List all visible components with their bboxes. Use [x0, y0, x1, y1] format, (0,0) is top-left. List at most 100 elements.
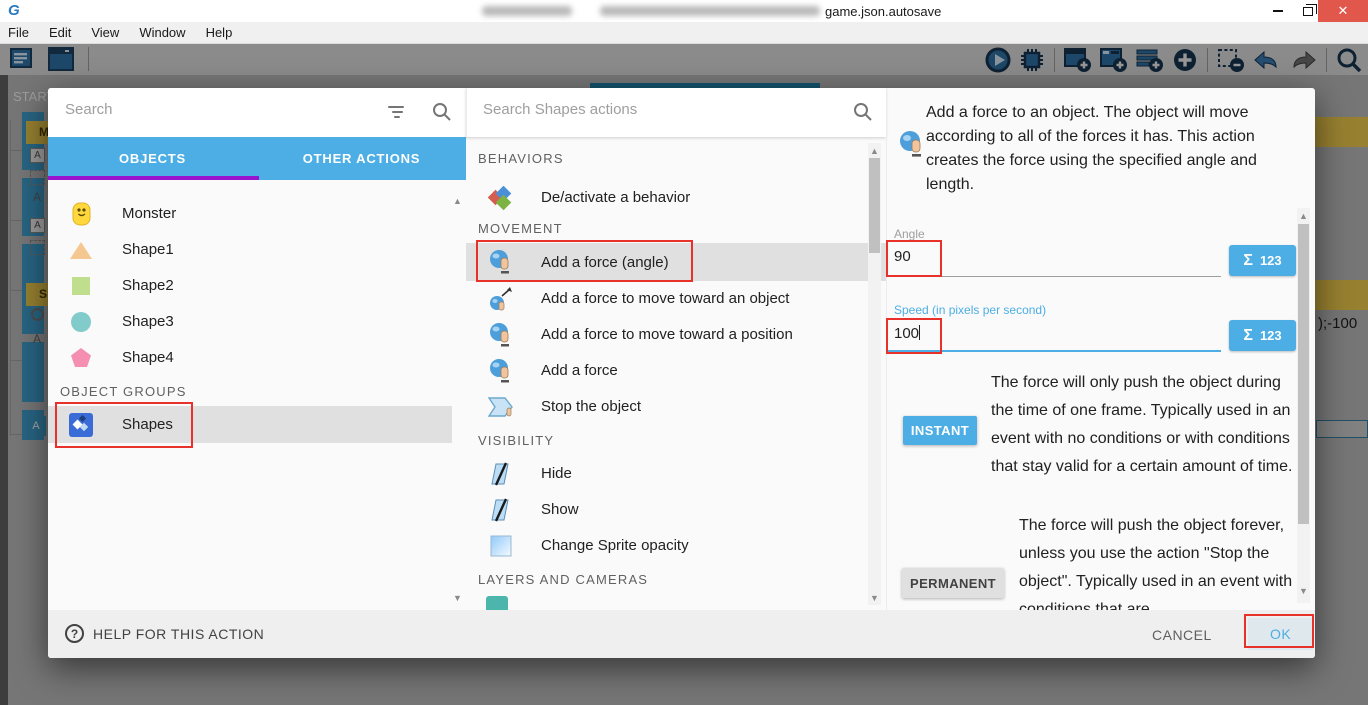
action-label: Add a force to move toward an object — [541, 290, 789, 307]
annotation-box-shapes-group — [55, 402, 193, 448]
action-label: Add a force — [541, 362, 618, 379]
tab-objects[interactable]: OBJECTS — [48, 137, 257, 180]
window-title: game.json.autosave — [825, 4, 941, 19]
action-row-stop[interactable]: Stop the object — [466, 388, 886, 425]
action-row-force-position[interactable]: Add a force to move toward a position — [466, 316, 886, 353]
restore-icon — [1303, 7, 1313, 16]
gdevelop-logo-icon: G — [8, 2, 20, 19]
object-row-shape4[interactable]: Shape4 — [48, 339, 466, 376]
action-row-hide[interactable]: Hide — [466, 455, 886, 492]
actions-search-bar — [466, 88, 886, 137]
objects-search-bar — [48, 88, 466, 137]
menu-view[interactable]: View — [83, 25, 131, 40]
pentagon-object-icon — [68, 347, 94, 368]
sigma-icon: Σ — [1243, 252, 1253, 270]
action-label: Change Sprite opacity — [541, 537, 689, 554]
action-label: Show — [541, 501, 579, 518]
objects-search-input[interactable] — [65, 101, 345, 118]
left-scroll-up-icon[interactable]: ▲ — [453, 196, 462, 206]
action-row-behavior[interactable]: De/activate a behavior — [466, 179, 886, 216]
permanent-description: The force will push the object forever, … — [1019, 512, 1297, 624]
menu-file[interactable]: File — [0, 25, 41, 40]
instant-button[interactable]: INSTANT — [903, 416, 977, 445]
show-icon — [486, 498, 516, 522]
tab-other-actions[interactable]: OTHER ACTIONS — [257, 137, 466, 180]
menu-window[interactable]: Window — [131, 25, 197, 40]
minimize-button[interactable] — [1263, 0, 1293, 22]
action-editor-dialog: OBJECTS OTHER ACTIONS Monster Shape1 Sha… — [48, 88, 1315, 658]
instant-description: The force will only push the object duri… — [991, 369, 1295, 481]
object-label: Shape3 — [122, 313, 174, 330]
action-label: Stop the object — [541, 398, 641, 415]
action-row-force-object[interactable]: Add a force to move toward an object — [466, 280, 886, 317]
help-label: HELP FOR THIS ACTION — [93, 626, 264, 642]
angle-expression-button[interactable]: Σ 123 — [1229, 245, 1296, 276]
title-bar: G game.json.autosave ✕ — [0, 0, 1368, 22]
section-movement: MOVEMENT — [478, 221, 563, 236]
square-object-icon — [68, 276, 94, 296]
redacted-title-segment — [600, 6, 820, 16]
object-row-shape1[interactable]: Shape1 — [48, 231, 466, 268]
section-behaviors: BEHAVIORS — [478, 151, 564, 166]
annotation-box-angle-value — [886, 240, 942, 277]
action-row-opacity[interactable]: Change Sprite opacity — [466, 527, 886, 564]
close-icon: ✕ — [1338, 3, 1349, 19]
speed-expression-button[interactable]: Σ 123 — [1229, 320, 1296, 351]
object-row-shape3[interactable]: Shape3 — [48, 303, 466, 340]
annotation-box-force-angle-action — [476, 240, 693, 282]
action-row-force[interactable]: Add a force — [466, 352, 886, 389]
force-toward-position-icon — [486, 322, 516, 348]
object-groups-header: OBJECT GROUPS — [60, 384, 187, 399]
search-icon[interactable] — [853, 102, 873, 122]
hide-icon — [486, 462, 516, 486]
tab-other-actions-label: OTHER ACTIONS — [303, 151, 421, 166]
monster-object-icon — [68, 202, 94, 226]
params-scroll-thumb[interactable] — [1298, 224, 1309, 524]
actions-scroll-thumb[interactable] — [869, 158, 880, 253]
object-label: Shape2 — [122, 277, 174, 294]
digits-label: 123 — [1260, 253, 1282, 268]
filter-icon[interactable] — [388, 106, 406, 118]
help-link[interactable]: ? HELP FOR THIS ACTION — [65, 624, 264, 643]
search-icon[interactable] — [432, 102, 452, 122]
actions-search-input[interactable] — [483, 101, 803, 118]
menu-edit[interactable]: Edit — [41, 25, 83, 40]
permanent-button[interactable]: PERMANENT — [902, 568, 1004, 598]
action-label: Add a force to move toward a position — [541, 326, 793, 343]
help-icon: ? — [65, 624, 84, 643]
annotation-box-ok-button — [1244, 614, 1314, 648]
section-visibility: VISIBILITY — [478, 433, 554, 448]
object-row-shape2[interactable]: Shape2 — [48, 267, 466, 304]
menu-help[interactable]: Help — [198, 25, 245, 40]
actions-scroll-up-icon[interactable]: ▲ — [870, 146, 879, 156]
dialog-footer: ? HELP FOR THIS ACTION CANCEL OK — [48, 610, 1315, 658]
params-scroll-up-icon[interactable]: ▲ — [1299, 211, 1308, 221]
object-label: Shape4 — [122, 349, 174, 366]
menu-bar: File Edit View Window Help — [0, 22, 1368, 44]
layer-action-icon — [486, 596, 508, 610]
close-button[interactable]: ✕ — [1318, 0, 1368, 22]
circle-object-icon — [68, 311, 94, 333]
stop-object-icon — [486, 396, 516, 418]
action-label: Hide — [541, 465, 572, 482]
behavior-icon — [486, 186, 516, 210]
instant-label: INSTANT — [911, 423, 969, 438]
left-scroll-down-icon[interactable]: ▼ — [453, 593, 462, 603]
actions-scroll-down-icon[interactable]: ▼ — [870, 593, 879, 603]
sprite-opacity-icon — [486, 535, 516, 557]
params-panel: Add a force to an object. The object wil… — [886, 88, 1315, 610]
triangle-object-icon — [68, 240, 94, 260]
object-row-monster[interactable]: Monster — [48, 195, 466, 232]
action-row-show[interactable]: Show — [466, 491, 886, 528]
angle-label: Angle — [894, 227, 925, 241]
permanent-label: PERMANENT — [910, 576, 996, 591]
digits-label: 123 — [1260, 328, 1282, 343]
cancel-button[interactable]: CANCEL — [1152, 627, 1212, 643]
annotation-box-speed-value — [886, 318, 942, 354]
redacted-title-segment — [482, 6, 572, 16]
params-scroll-down-icon[interactable]: ▼ — [1299, 586, 1308, 596]
force-icon — [486, 358, 516, 384]
action-description: Add a force to an object. The object wil… — [926, 101, 1294, 197]
tab-objects-label: OBJECTS — [119, 151, 186, 166]
minimize-icon — [1273, 10, 1283, 12]
